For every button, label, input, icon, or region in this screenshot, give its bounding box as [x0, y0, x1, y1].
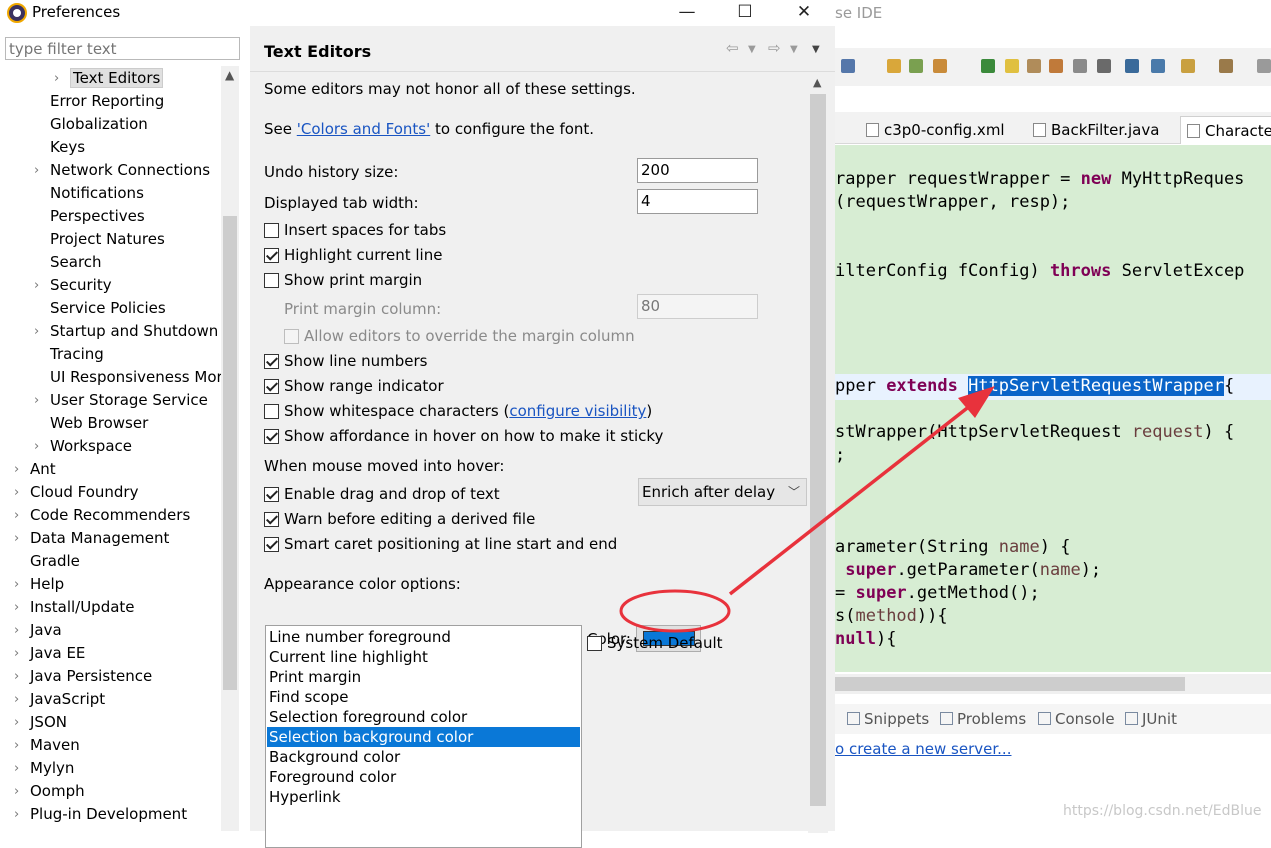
- annotation-arrow-head: [958, 386, 995, 418]
- annotation-ellipse: [619, 589, 731, 633]
- annotation-overlay: [619, 386, 995, 633]
- annotation-arrow-shaft: [728, 396, 982, 596]
